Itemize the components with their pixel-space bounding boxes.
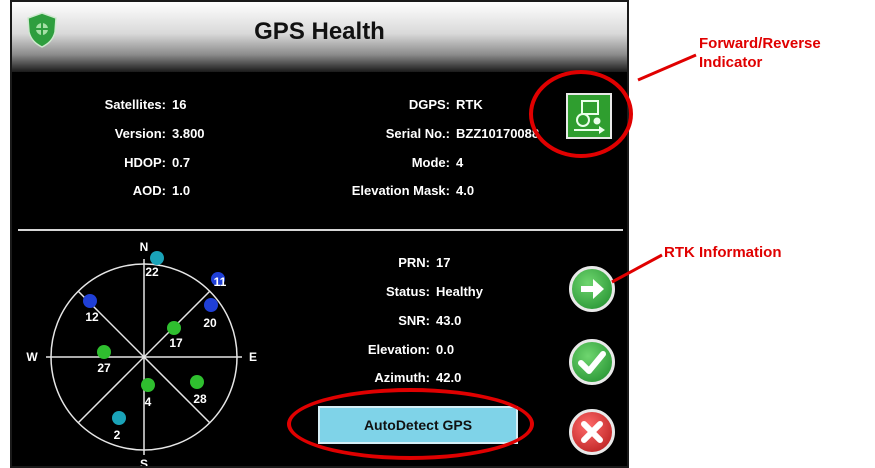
hdop-row: HDOP: 0.7 bbox=[54, 155, 190, 170]
mode-row: Mode: 4 bbox=[280, 155, 464, 170]
satellite-marker-27[interactable] bbox=[97, 345, 111, 359]
hdop-label: HDOP: bbox=[124, 155, 166, 170]
callout-ring-forward-reverse bbox=[529, 70, 633, 158]
next-button[interactable] bbox=[569, 266, 615, 312]
close-icon bbox=[581, 421, 603, 443]
satellite-marker-22[interactable] bbox=[150, 251, 164, 265]
satellite-label-27: 27 bbox=[97, 361, 111, 375]
status-value: Healthy bbox=[436, 284, 483, 299]
satellite-label-20: 20 bbox=[203, 316, 217, 330]
snr-label: SNR: bbox=[398, 313, 430, 328]
satellites-row: Satellites: 16 bbox=[54, 97, 187, 112]
prn-row: PRN: 17 bbox=[312, 255, 450, 270]
version-row: Version: 3.800 bbox=[54, 126, 205, 141]
version-value: 3.800 bbox=[172, 126, 205, 141]
elevation-value: 0.0 bbox=[436, 342, 455, 357]
satellite-label-12: 12 bbox=[85, 310, 99, 324]
compass-e: E bbox=[249, 350, 257, 364]
elevation-mask-label: Elevation Mask: bbox=[351, 183, 450, 198]
satellite-marker-20[interactable] bbox=[204, 298, 218, 312]
serial-row: Serial No.: BZZ10170088 bbox=[280, 126, 539, 141]
mode-value: 4 bbox=[456, 155, 464, 170]
mode-label: Mode: bbox=[411, 155, 450, 170]
satellite-sky-plot: N S E W 22 11 20 12 17 27 4 28 2 bbox=[26, 240, 257, 468]
satellite-marker-2[interactable] bbox=[112, 411, 126, 425]
accept-button[interactable] bbox=[569, 339, 615, 385]
satellite-label-2: 2 bbox=[114, 428, 121, 442]
title-bar: GPS Health bbox=[12, 2, 627, 72]
azimuth-label: Azimuth: bbox=[374, 370, 430, 385]
checkmark-icon bbox=[578, 351, 606, 374]
elevation-row: Elevation: 0.0 bbox=[312, 342, 454, 357]
compass-s: S bbox=[140, 457, 148, 468]
elevation-label: Elevation: bbox=[367, 342, 430, 357]
dgps-label: DGPS: bbox=[408, 97, 450, 112]
page-title: GPS Health bbox=[254, 18, 385, 45]
azimuth-row: Azimuth: 42.0 bbox=[312, 370, 461, 385]
elevation-mask-row: Elevation Mask: 4.0 bbox=[280, 183, 474, 198]
section-divider bbox=[18, 229, 623, 231]
prn-label: PRN: bbox=[398, 255, 430, 270]
satellite-marker-12[interactable] bbox=[83, 294, 97, 308]
callout-rtk: RTK Information bbox=[664, 244, 782, 261]
callout-forward-reverse: Forward/Reverse Indicator bbox=[699, 35, 821, 71]
satellite-label-11: 11 bbox=[214, 275, 227, 289]
callout-ring-autodetect bbox=[287, 388, 534, 460]
aod-label: AOD: bbox=[132, 183, 166, 198]
azimuth-value: 42.0 bbox=[436, 370, 462, 385]
serial-label: Serial No.: bbox=[385, 126, 450, 141]
elevation-mask-value: 4.0 bbox=[456, 183, 475, 198]
prn-value: 17 bbox=[436, 255, 451, 270]
satellite-marker-4[interactable] bbox=[141, 378, 155, 392]
satellite-label-22: 22 bbox=[145, 265, 159, 279]
cancel-button[interactable] bbox=[569, 409, 615, 455]
gps-health-screen: GPS Health Satellites: 16 Version: 3.800 H… bbox=[10, 0, 629, 468]
aod-value: 1.0 bbox=[172, 183, 191, 198]
version-label: Version: bbox=[114, 126, 166, 141]
status-row: Status: Healthy bbox=[312, 284, 483, 299]
hdop-value: 0.7 bbox=[172, 155, 191, 170]
leader-line-forward-reverse bbox=[637, 53, 697, 82]
satellites-value: 16 bbox=[172, 97, 187, 112]
snr-value: 43.0 bbox=[436, 313, 462, 328]
satellites-label: Satellites: bbox=[104, 97, 166, 112]
compass-w: W bbox=[26, 350, 38, 364]
arrow-right-icon bbox=[581, 279, 604, 299]
satellite-marker-28[interactable] bbox=[190, 375, 204, 389]
compass-n: N bbox=[140, 240, 149, 254]
aod-row: AOD: 1.0 bbox=[54, 183, 190, 198]
dgps-value: RTK bbox=[456, 97, 483, 112]
satellite-label-17: 17 bbox=[169, 336, 183, 350]
status-label: Status: bbox=[385, 284, 430, 299]
satellite-label-28: 28 bbox=[193, 392, 207, 406]
satellite-marker-17[interactable] bbox=[167, 321, 181, 335]
serial-value: BZZ10170088 bbox=[456, 126, 540, 141]
dgps-row: DGPS: RTK bbox=[280, 97, 483, 112]
satellite-label-4: 4 bbox=[145, 395, 152, 409]
snr-row: SNR: 43.0 bbox=[312, 313, 461, 328]
